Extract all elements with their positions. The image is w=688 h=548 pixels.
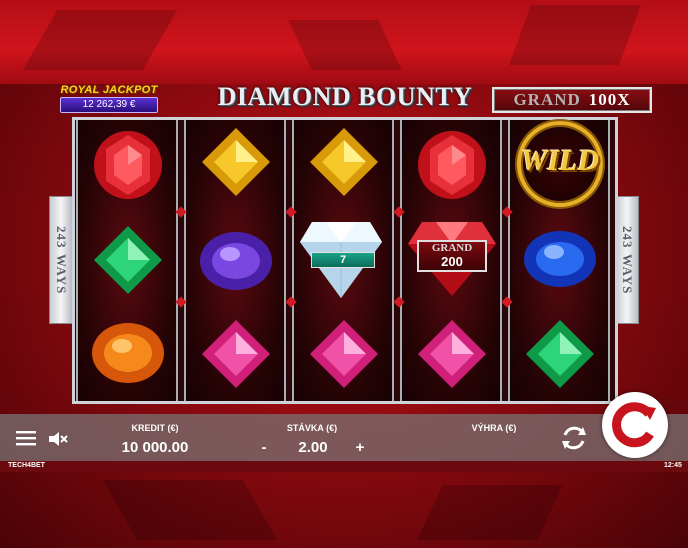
wild-label: WILD <box>520 144 600 177</box>
stake-increase-button[interactable]: + <box>352 439 368 456</box>
sapphire-oval-icon <box>522 228 598 290</box>
footer-strip <box>0 461 688 472</box>
stake-decrease-button[interactable]: - <box>256 439 272 456</box>
ways-number: 243 <box>620 225 635 249</box>
stake-value: 2.00 <box>298 439 328 456</box>
background-facet <box>509 5 641 65</box>
sound-muted-icon[interactable] <box>49 431 69 452</box>
brand-label: TECH4BET <box>8 462 45 469</box>
ways-number: 243 <box>54 225 69 249</box>
topaz-square-icon <box>308 126 380 198</box>
ways-indicator-left: 243 WAYS <box>49 196 73 324</box>
credit-value: 10 000.00 <box>121 439 189 456</box>
ruby-round-icon <box>90 127 166 203</box>
game-title: DIAMOND BOUNTY <box>217 82 473 111</box>
credit-label: KREDIT (€) <box>131 423 179 433</box>
royal-jackpot-badge: ROYAL JACKPOT 12 262,39 € <box>60 84 158 114</box>
spin-button[interactable] <box>602 392 668 458</box>
win-label: VÝHRA (€) <box>471 423 517 433</box>
grand-plate-value: 200 <box>441 254 463 269</box>
grand-multiplier-box: GRAND 100X <box>492 87 652 113</box>
ways-label: WAYS <box>620 254 635 295</box>
jackpot-value: 12 262,39 € <box>60 97 158 113</box>
background-facet <box>417 485 563 540</box>
stake-label: STÁVKA (€) <box>286 423 338 433</box>
amethyst-oval-icon <box>198 228 274 294</box>
pink-square-icon <box>416 318 488 390</box>
menu-icon[interactable] <box>16 430 36 451</box>
ways-label: WAYS <box>54 254 69 295</box>
diamond-value-plate: 7 <box>311 252 375 268</box>
spin-icon <box>612 402 656 448</box>
grand-prize-plate: GRAND 200 <box>417 240 487 272</box>
topaz-square-icon <box>200 126 272 198</box>
pink-square-icon <box>308 318 380 390</box>
ways-indicator-right: 243 WAYS <box>615 196 639 324</box>
amber-oval-icon <box>90 320 166 386</box>
clock-label: 12:45 <box>664 462 682 469</box>
background-facet <box>102 480 278 540</box>
autoplay-icon[interactable] <box>559 423 589 458</box>
pink-square-icon <box>200 318 272 390</box>
ruby-round-icon <box>414 127 490 203</box>
grand-multiplier: 100X <box>588 90 631 109</box>
jackpot-title: ROYAL JACKPOT <box>60 84 158 96</box>
emerald-square-icon <box>524 318 596 390</box>
grand-label: GRAND <box>513 90 581 109</box>
emerald-square-icon <box>92 224 164 296</box>
